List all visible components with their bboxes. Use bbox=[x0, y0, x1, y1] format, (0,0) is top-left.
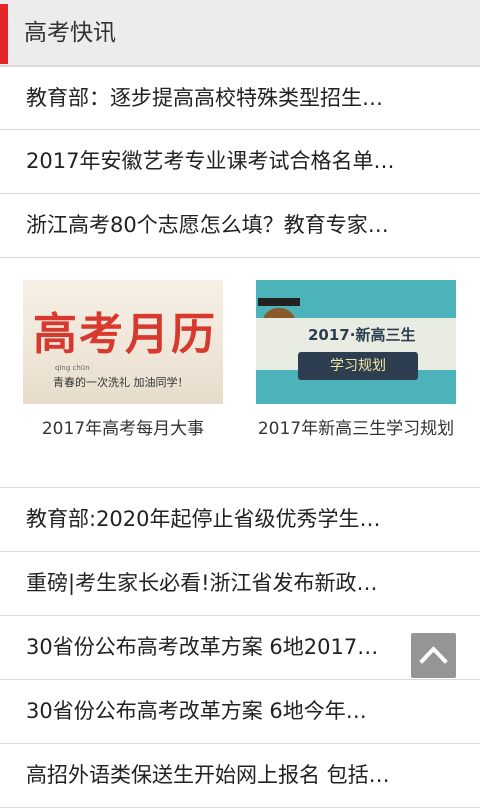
news-item[interactable]: 浙江高考80个志愿怎么填？教育专家… bbox=[0, 194, 480, 258]
promo-card-study-plan[interactable]: 2017·新高三生 学习规划 2017年新高三生学习规划 bbox=[256, 280, 456, 443]
news-item[interactable]: 教育部:2020年起停止省级优秀学生… bbox=[0, 488, 480, 552]
news-item[interactable]: 重磅|考生家长必看!浙江省发布新政… bbox=[0, 552, 480, 616]
promo-cards: 高考月历 qīng chūn 青春的一次洗礼 加油同学！ 2017年高考每月大事… bbox=[0, 258, 480, 487]
news-item[interactable]: 高招外语类保送生开始网上报名 包括… bbox=[0, 744, 480, 808]
thumbnail-subtitle: 学习规划 bbox=[298, 352, 418, 380]
promo-thumbnail[interactable]: 2017·新高三生 学习规划 bbox=[256, 280, 456, 404]
news-item[interactable]: 30省份公布高考改革方案 6地2017… bbox=[0, 616, 480, 680]
thumbnail-subtitle: 青春的一次洗礼 加油同学！ bbox=[53, 376, 189, 389]
thumbnail-title: 2017·新高三生 bbox=[308, 326, 416, 344]
news-item[interactable]: 30省份公布高考改革方案 6地今年… bbox=[0, 680, 480, 744]
promo-card-gaokao-calendar[interactable]: 高考月历 qīng chūn 青春的一次洗礼 加油同学！ 2017年高考每月大事 bbox=[23, 280, 223, 443]
promo-caption[interactable]: 2017年新高三生学习规划 bbox=[256, 416, 456, 443]
promo-thumbnail[interactable]: 高考月历 qīng chūn 青春的一次洗礼 加油同学！ bbox=[23, 280, 223, 404]
section-title: 高考快讯 bbox=[24, 20, 116, 46]
thumbnail-pinyin: qīng chūn bbox=[55, 364, 90, 372]
header-accent-bar bbox=[0, 4, 8, 64]
thumbnail-title: 高考月历 bbox=[33, 309, 217, 360]
news-list-bottom: 教育部:2020年起停止省级优秀学生… 重磅|考生家长必看!浙江省发布新政… 3… bbox=[0, 487, 480, 808]
news-list-top: 教育部：逐步提高高校特殊类型招生… 2017年安徽艺考专业课考试合格名单… 浙江… bbox=[0, 66, 480, 258]
back-to-top-button[interactable] bbox=[411, 633, 456, 678]
news-item[interactable]: 教育部：逐步提高高校特殊类型招生… bbox=[0, 66, 480, 130]
news-item[interactable]: 2017年安徽艺考专业课考试合格名单… bbox=[0, 130, 480, 194]
section-header: 高考快讯 bbox=[0, 0, 480, 66]
chevron-up-icon bbox=[419, 646, 448, 664]
promo-caption[interactable]: 2017年高考每月大事 bbox=[23, 416, 223, 443]
